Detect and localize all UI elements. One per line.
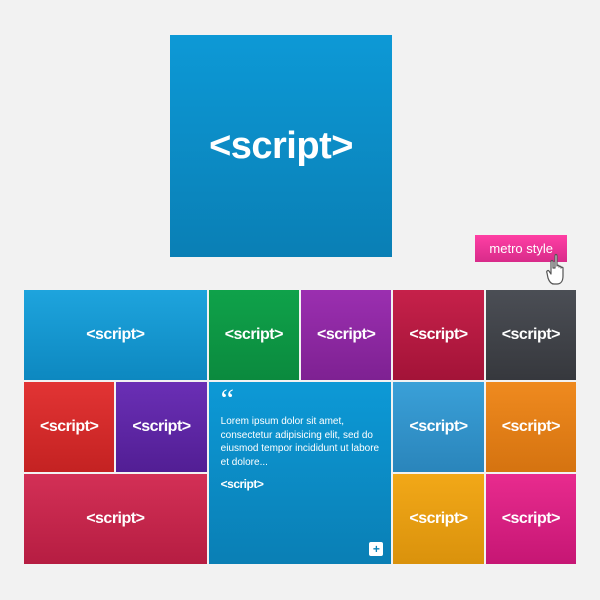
tile-red[interactable]: <script>: [24, 382, 114, 472]
script-label: <script>: [225, 326, 283, 344]
tile-violet[interactable]: <script>: [116, 382, 206, 472]
script-label: <script>: [409, 326, 467, 344]
script-label: <script>: [221, 477, 264, 491]
script-label: <script>: [502, 510, 560, 528]
script-label: <script>: [86, 510, 144, 528]
hero-script-tile: <script>: [170, 35, 392, 257]
tile-rose-wide[interactable]: <script>: [24, 474, 207, 564]
lorem-text: Lorem ipsum dolor sit amet, consectetur …: [221, 415, 380, 469]
tile-crimson[interactable]: <script>: [393, 290, 483, 380]
tile-blue-wide[interactable]: <script>: [24, 290, 207, 380]
script-label: <script>: [409, 510, 467, 528]
quote-icon: “: [221, 392, 234, 407]
tile-skyblue[interactable]: <script>: [393, 382, 483, 472]
script-label: <script>: [86, 326, 144, 344]
tile-text-large[interactable]: “ Lorem ipsum dolor sit amet, consectetu…: [209, 382, 392, 564]
tile-orange[interactable]: <script>: [486, 382, 576, 472]
script-label: <script>: [317, 326, 375, 344]
tile-gray[interactable]: <script>: [486, 290, 576, 380]
tile-amber[interactable]: <script>: [393, 474, 483, 564]
tile-grid: <script> <script> <script> <script> <scr…: [24, 290, 576, 564]
script-label: <script>: [502, 418, 560, 436]
script-label: <script>: [409, 418, 467, 436]
tile-magenta[interactable]: <script>: [486, 474, 576, 564]
tile-green[interactable]: <script>: [209, 290, 299, 380]
hand-cursor-icon: [543, 252, 577, 292]
script-label: <script>: [40, 418, 98, 436]
script-label: <script>: [132, 418, 190, 436]
plus-icon[interactable]: +: [369, 542, 383, 556]
tile-purple[interactable]: <script>: [301, 290, 391, 380]
script-label: <script>: [209, 125, 353, 168]
script-label: <script>: [502, 326, 560, 344]
